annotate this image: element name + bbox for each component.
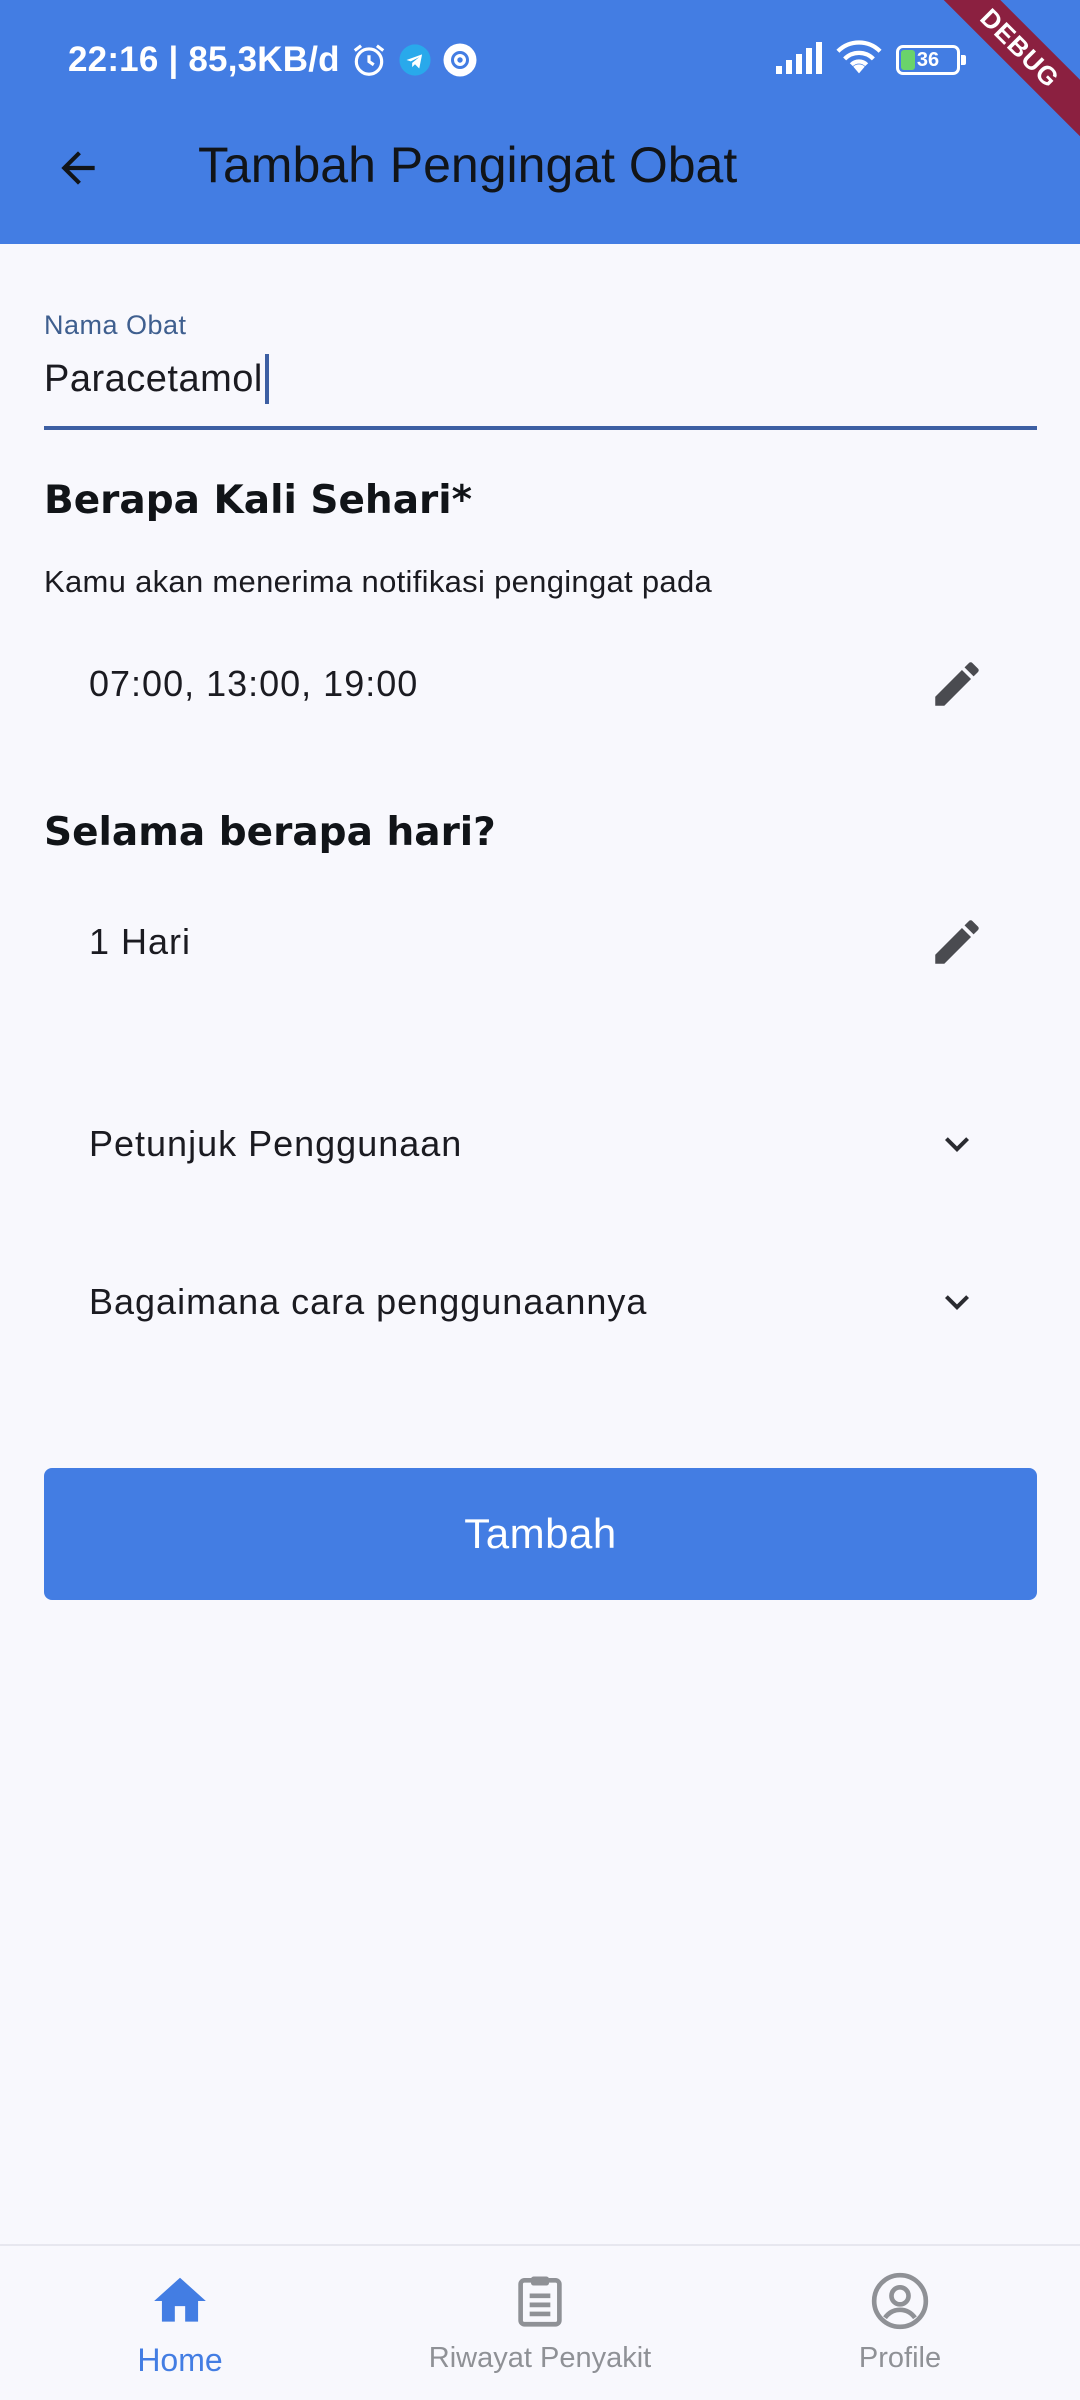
chevron-down-icon xyxy=(927,1272,987,1332)
status-bar-right: 36 xyxy=(776,36,966,84)
edit-times-button[interactable] xyxy=(927,654,987,714)
text-cursor xyxy=(264,354,269,404)
medicine-name-value: Paracetamol xyxy=(44,357,263,400)
frequency-helper-text: Kamu akan menerima notifikasi pengingat … xyxy=(44,564,713,599)
nav-label-profile: Profile xyxy=(858,2342,942,2374)
duration-title: Selama berapa hari? xyxy=(44,810,496,855)
clipboard-icon xyxy=(518,2276,562,2327)
medicine-name-field[interactable]: Nama Obat Paracetamol xyxy=(44,306,1037,430)
account-circle-icon xyxy=(871,2272,929,2330)
duration-value: 1 Hari xyxy=(89,921,192,962)
alarm-icon xyxy=(350,41,388,79)
chevron-down-icon xyxy=(927,1114,987,1174)
signal-icon xyxy=(776,41,822,79)
edit-duration-button[interactable] xyxy=(927,912,987,972)
status-time: 22:16 | 85,3KB/d xyxy=(68,40,340,79)
app-bar: 22:16 | 85,3KB/d 36 DEBUG Tambah Penging… xyxy=(0,0,1080,244)
duration-row[interactable]: 1 Hari xyxy=(44,892,1037,992)
nav-item-profile[interactable]: Profile xyxy=(720,2246,1080,2400)
medicine-name-label: Nama Obat xyxy=(44,310,187,340)
wifi-icon xyxy=(836,39,882,81)
instructions-label: Petunjuk Penggunaan xyxy=(89,1123,463,1164)
pencil-icon xyxy=(935,662,979,706)
nav-item-riwayat-penyakit[interactable]: Riwayat Penyakit xyxy=(360,2246,720,2400)
bottom-navigation: Home Riwayat Penyakit Profile xyxy=(0,2244,1080,2400)
frequency-times-value: 07:00, 13:00, 19:00 xyxy=(89,663,419,704)
battery-icon: 36 xyxy=(896,45,966,75)
arrow-back-icon xyxy=(61,151,95,185)
battery-level: 36 xyxy=(916,48,940,71)
pencil-icon xyxy=(935,920,979,964)
nav-label-home: Home xyxy=(137,2342,223,2378)
nav-item-home[interactable]: Home xyxy=(0,2246,360,2400)
medicine-name-input[interactable]: Paracetamol xyxy=(44,354,269,404)
frequency-times-row[interactable]: 07:00, 13:00, 19:00 xyxy=(44,634,1037,734)
usage-label: Bagaimana cara penggunaannya xyxy=(89,1281,648,1322)
page-title: Tambah Pengingat Obat xyxy=(198,137,738,193)
app-screen: 22:16 | 85,3KB/d 36 DEBUG Tambah Penging… xyxy=(0,0,1080,2400)
frequency-title: Berapa Kali Sehari* xyxy=(44,478,473,523)
usage-dropdown[interactable]: Bagaimana cara penggunaannya xyxy=(44,1252,1037,1352)
nav-label-riwayat-penyakit: Riwayat Penyakit xyxy=(428,2342,652,2374)
status-bar-left: 22:16 | 85,3KB/d xyxy=(68,36,478,84)
instructions-dropdown[interactable]: Petunjuk Penggunaan xyxy=(44,1094,1037,1194)
telegram-icon xyxy=(398,43,432,77)
add-reminder-button[interactable]: Tambah xyxy=(44,1468,1037,1600)
app-notification-icon xyxy=(442,42,478,78)
home-icon xyxy=(154,2277,206,2322)
back-button[interactable] xyxy=(40,130,116,206)
